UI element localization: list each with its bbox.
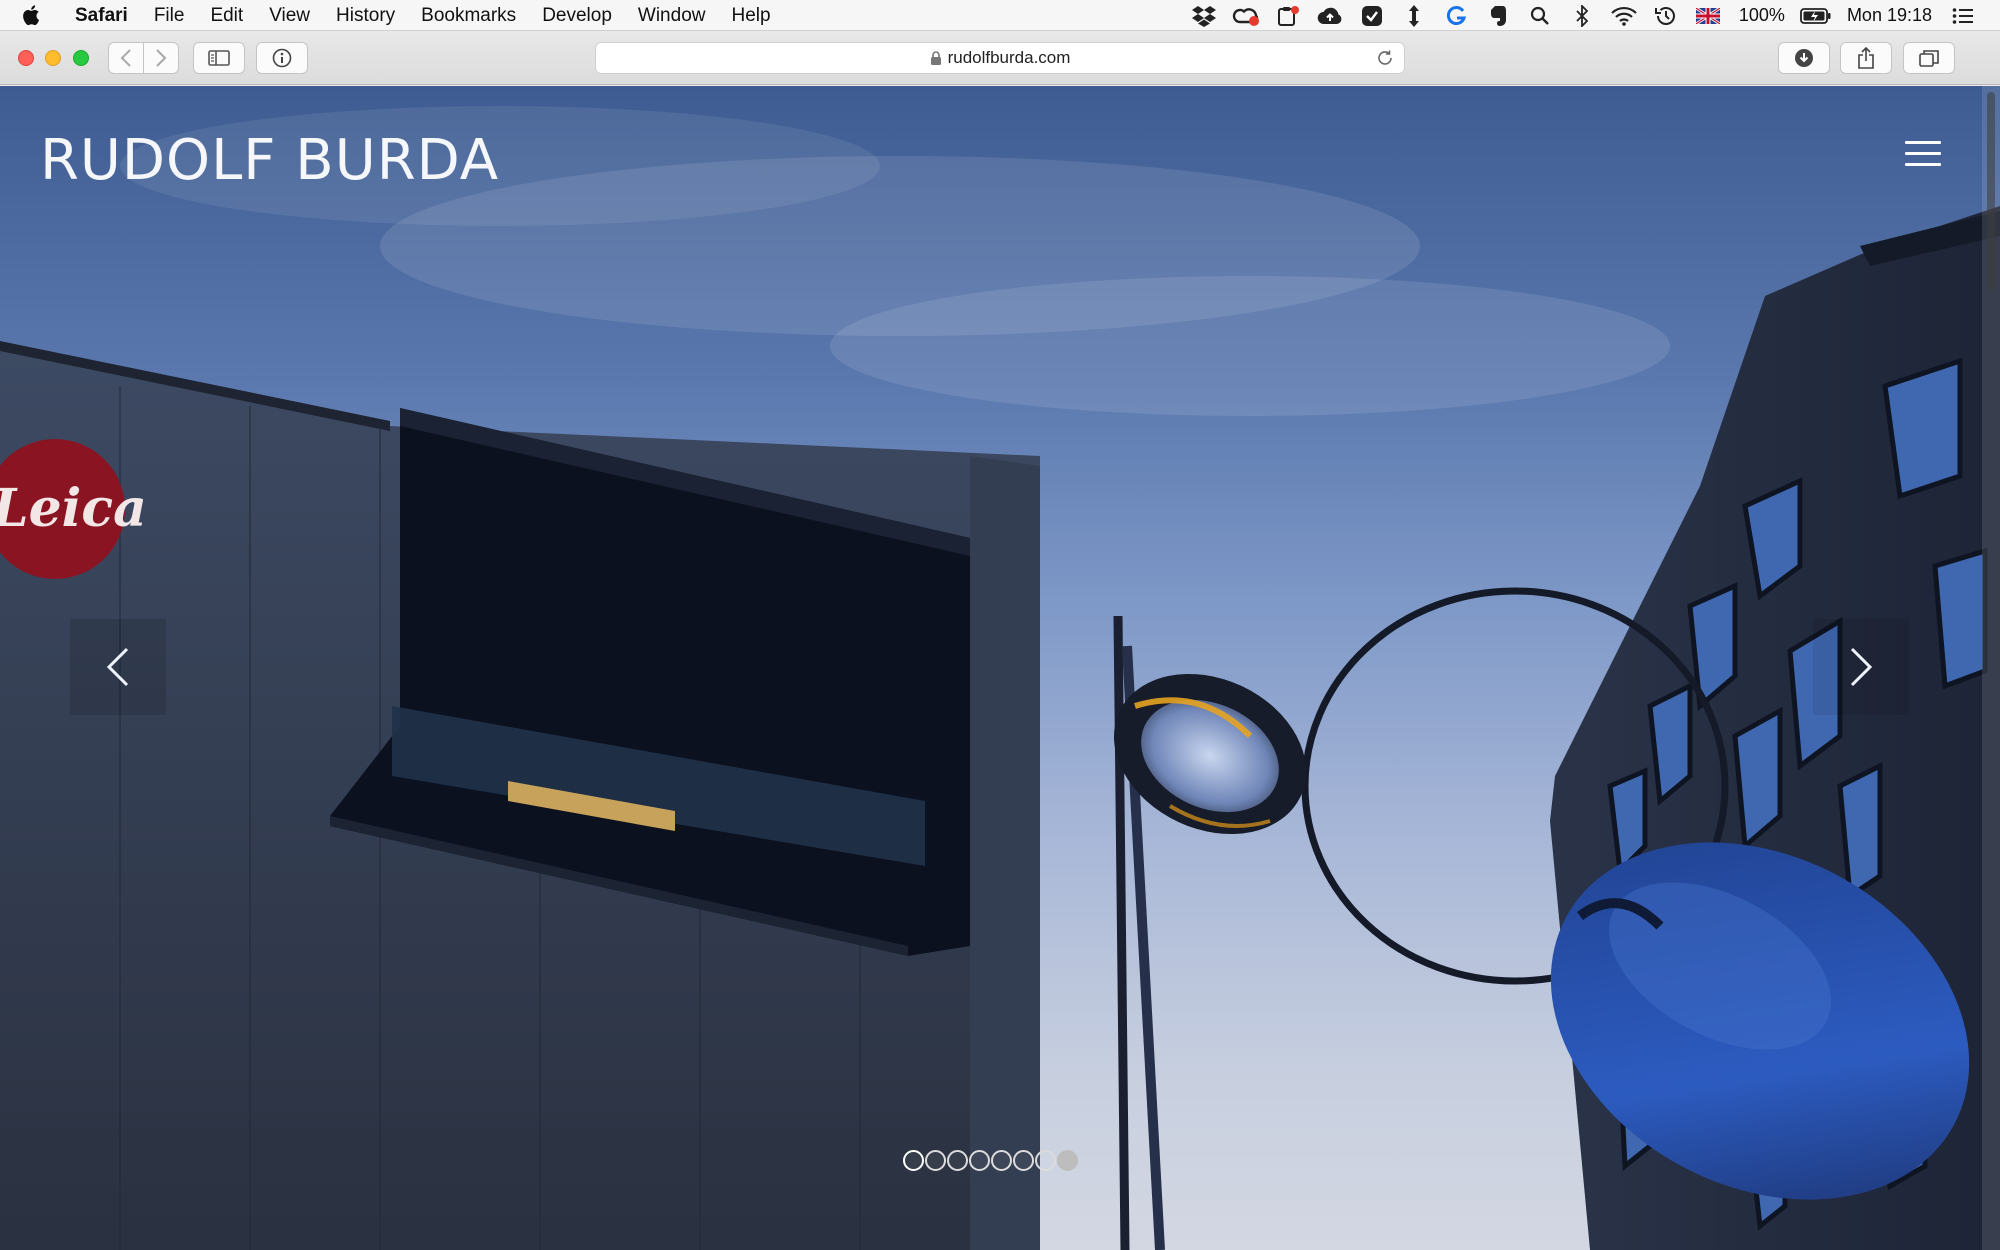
menu-help[interactable]: Help (718, 0, 783, 31)
hero-slide-image: Leica (0, 106, 2000, 1250)
site-title[interactable]: RUDOLF BURDA (40, 128, 499, 193)
sidebar-toggle-button[interactable] (193, 42, 245, 74)
forward-button[interactable] (143, 42, 179, 74)
menu-history[interactable]: History (323, 0, 408, 31)
slider-next-button[interactable] (1813, 619, 1909, 715)
evernote-icon[interactable] (1477, 0, 1519, 31)
slider-pagination (903, 1150, 1078, 1171)
slider-dot[interactable] (947, 1150, 968, 1171)
chevron-right-icon (1850, 647, 1872, 687)
slider-previous-button[interactable] (70, 619, 166, 715)
menu-view[interactable]: View (256, 0, 323, 31)
info-icon (272, 48, 292, 68)
back-button[interactable] (108, 42, 144, 74)
window-minimize-button[interactable] (45, 50, 61, 66)
slider-dot[interactable] (991, 1150, 1012, 1171)
chevron-left-icon (107, 647, 129, 687)
page-scrollbar[interactable] (1982, 86, 2000, 1250)
slider-dot[interactable] (1057, 1150, 1078, 1171)
slider-dot[interactable] (903, 1150, 924, 1171)
macos-menu-bar: Safari File Edit View History Bookmarks … (0, 0, 2000, 31)
hamburger-menu-icon[interactable] (1905, 141, 1941, 169)
slider-dot[interactable] (925, 1150, 946, 1171)
share-button[interactable] (1840, 42, 1892, 74)
bluetooth-icon[interactable] (1561, 0, 1603, 31)
menu-bookmarks[interactable]: Bookmarks (408, 0, 529, 31)
menu-edit[interactable]: Edit (197, 0, 256, 31)
menu-develop[interactable]: Develop (529, 0, 625, 31)
cloud-upload-icon[interactable] (1309, 0, 1351, 31)
address-bar-url: rudolfburda.com (947, 48, 1071, 67)
share-icon (1858, 47, 1874, 69)
wifi-icon[interactable] (1603, 0, 1645, 31)
reload-icon[interactable] (1376, 49, 1394, 72)
apple-menu-icon[interactable] (22, 4, 56, 26)
resize-arrows-icon[interactable] (1393, 0, 1435, 31)
chevron-right-icon (156, 49, 167, 67)
lock-icon (930, 50, 942, 66)
sidebar-icon (208, 50, 230, 66)
web-page-viewport: Leica RUDOLF BURDA (0, 86, 2000, 1250)
creative-cloud-icon[interactable] (1225, 0, 1267, 31)
tabs-icon (1919, 50, 1939, 67)
scrollbar-thumb[interactable] (1987, 92, 1995, 292)
menu-safari[interactable]: Safari (62, 0, 141, 31)
address-bar[interactable]: rudolfburda.com (595, 42, 1405, 74)
tab-overview-button[interactable] (1903, 42, 1955, 74)
clipboard-icon[interactable] (1267, 0, 1309, 31)
slider-dot[interactable] (1013, 1150, 1034, 1171)
uk-flag-icon[interactable] (1687, 0, 1729, 31)
checkmark-shield-icon[interactable] (1351, 0, 1393, 31)
grammarly-icon[interactable] (1435, 0, 1477, 31)
window-close-button[interactable] (18, 50, 34, 66)
chevron-left-icon (120, 49, 131, 67)
window-zoom-button[interactable] (73, 50, 89, 66)
menu-bar-clock[interactable]: Mon 19:18 (1837, 0, 1942, 31)
time-machine-icon[interactable] (1645, 0, 1687, 31)
page-info-button[interactable] (256, 42, 308, 74)
slider-dot[interactable] (969, 1150, 990, 1171)
menu-window[interactable]: Window (625, 0, 719, 31)
menu-file[interactable]: File (141, 0, 198, 31)
dropbox-icon[interactable] (1183, 0, 1225, 31)
notification-center-icon[interactable] (1942, 0, 1984, 31)
status-bar: 100% Mon 19:18 (1183, 0, 1984, 31)
leica-sign-text: Leica (0, 478, 147, 539)
safari-toolbar: rudolfburda.com (0, 31, 2000, 107)
download-icon (1795, 49, 1813, 67)
spotlight-search-icon[interactable] (1519, 0, 1561, 31)
battery-charging-icon[interactable] (1795, 0, 1837, 31)
slider-dot[interactable] (1035, 1150, 1056, 1171)
downloads-button[interactable] (1778, 42, 1830, 74)
battery-percentage: 100% (1738, 5, 1785, 25)
